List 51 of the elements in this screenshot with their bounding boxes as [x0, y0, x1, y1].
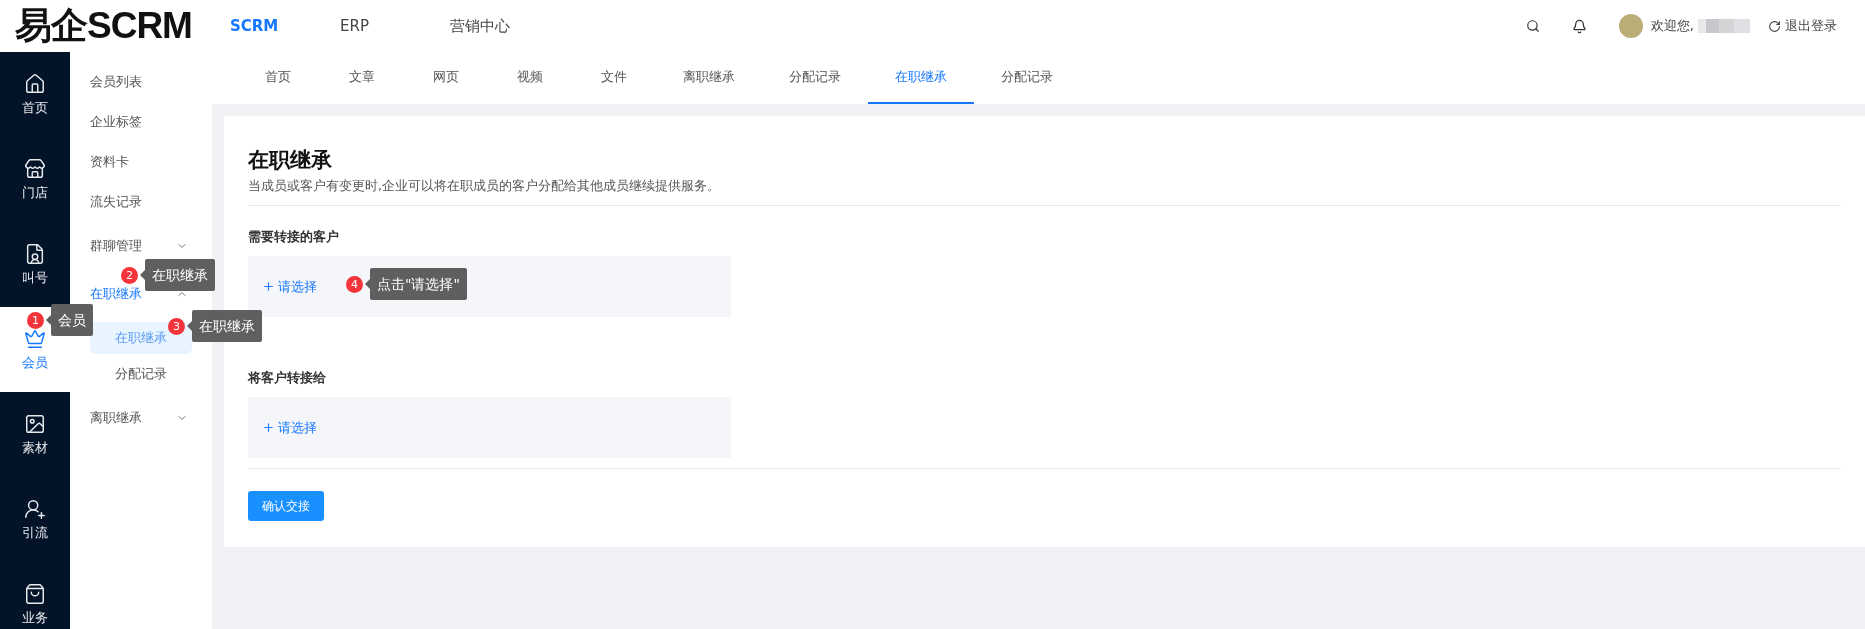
tab[interactable]: 离职继承	[656, 52, 762, 104]
plus-icon	[262, 421, 275, 434]
plus-icon	[262, 280, 275, 293]
avatar	[1618, 14, 1643, 38]
logout-link[interactable]: 退出登录	[1768, 17, 1837, 35]
rail-item[interactable]: 素材	[0, 392, 70, 477]
step-tooltip: 在职继承	[192, 310, 262, 342]
rail-item[interactable]: 叫号	[0, 222, 70, 307]
page-title: 在职继承	[248, 147, 333, 174]
bag-icon	[24, 582, 46, 605]
welcome-text: 欢迎您,	[1650, 17, 1694, 35]
store-icon	[24, 157, 46, 180]
submenu-item[interactable]: 分配记录	[90, 358, 192, 390]
rail-item[interactable]: 首页	[0, 52, 70, 137]
select-link[interactable]: 请选择	[262, 277, 317, 296]
home-icon	[24, 72, 46, 95]
page-description: 当成员或客户有变更时,企业可以将在职成员的客户分配给其他成员继续提供服务。	[248, 178, 1841, 206]
person-plus-icon	[24, 497, 46, 520]
tab[interactable]: 首页	[236, 52, 320, 104]
top-nav-item[interactable]: ERP	[340, 17, 390, 35]
rail-item[interactable]: 引流	[0, 477, 70, 562]
tab[interactable]: 在职继承	[868, 52, 974, 104]
logo: 易企SCRM	[15, 4, 193, 48]
tab[interactable]: 网页	[404, 52, 488, 104]
submenu-item[interactable]: 离职继承	[70, 394, 212, 442]
blurred-username	[1698, 19, 1750, 33]
bell-icon[interactable]	[1571, 18, 1587, 34]
top-nav-item[interactable]: SCRM	[230, 17, 280, 35]
section-label: 将客户转接给	[248, 369, 327, 387]
document-person-icon	[24, 242, 46, 265]
step-tooltip: 会员	[51, 304, 93, 336]
submenu-item[interactable]: 企业标签	[70, 102, 212, 142]
top-nav-item[interactable]: 营销中心	[450, 16, 510, 36]
select-link[interactable]: 请选择	[262, 418, 317, 437]
step-tooltip: 点击"请选择"	[370, 268, 467, 300]
search-icon[interactable]	[1525, 19, 1540, 33]
submenu-item[interactable]: 流失记录	[70, 182, 212, 222]
section-label: 需要转接的客户	[248, 228, 340, 246]
tab[interactable]: 分配记录	[762, 52, 868, 104]
submenu-item[interactable]: 资料卡	[70, 142, 212, 182]
tab[interactable]: 视频	[488, 52, 572, 104]
image-icon	[24, 412, 46, 435]
step-tooltip: 在职继承	[145, 259, 215, 291]
crown-icon	[24, 327, 46, 350]
tab[interactable]: 文章	[320, 52, 404, 104]
tab[interactable]: 文件	[572, 52, 656, 104]
submenu-item[interactable]: 会员列表	[70, 62, 212, 102]
refresh-icon	[1768, 19, 1781, 33]
tab[interactable]: 分配记录	[974, 52, 1080, 104]
rail-item[interactable]: 门店	[0, 137, 70, 222]
rail-item[interactable]: 业务	[0, 562, 70, 629]
